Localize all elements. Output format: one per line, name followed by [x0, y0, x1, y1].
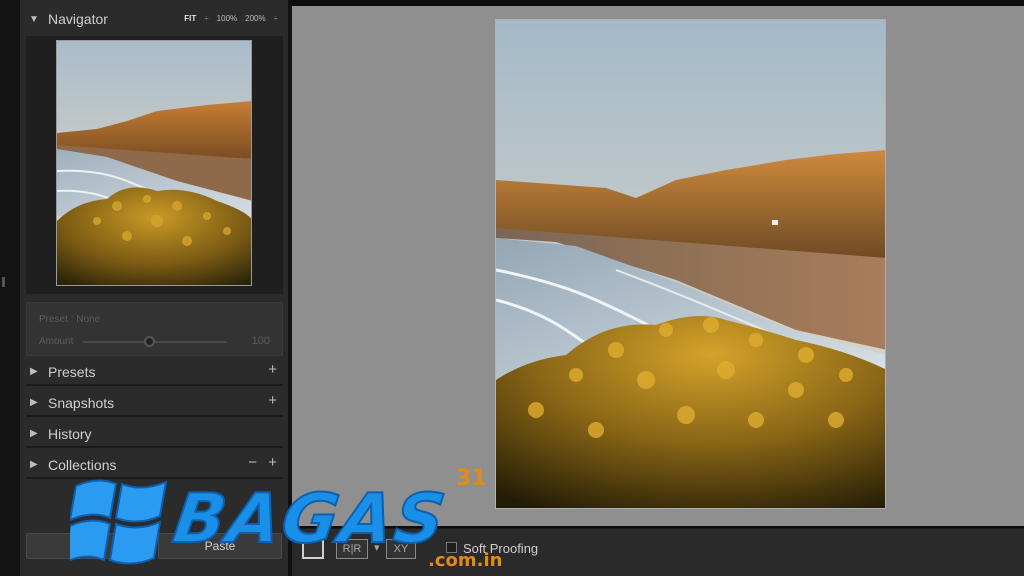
section-label: Presets	[48, 364, 96, 380]
preset-label[interactable]: Preset : None	[39, 314, 100, 325]
collapse-triangle-icon[interactable]: ▼	[29, 14, 39, 25]
navigator-zoom-options: FIT ÷ 100% 200% ÷	[182, 14, 280, 23]
amount-label: Amount	[39, 336, 74, 347]
loupe-view-button[interactable]	[302, 539, 324, 559]
remove-collection-icon[interactable]: −	[248, 454, 257, 471]
quick-preset-box: Preset : None Amount 100	[26, 302, 283, 356]
dropdown-arrow-icon[interactable]: ▾	[374, 541, 380, 554]
copy-paste-bar: Copy... Paste	[26, 533, 283, 561]
soft-proofing-checkbox[interactable]	[446, 542, 457, 553]
left-edge-strip	[0, 0, 20, 576]
amount-slider-thumb[interactable]	[143, 336, 155, 347]
section-label: History	[48, 426, 92, 442]
navigator-preview-image[interactable]	[56, 40, 252, 286]
amount-value: 100	[251, 335, 270, 347]
section-label: Collections	[48, 457, 117, 473]
panel-collapse-handle[interactable]	[2, 277, 5, 287]
zoom-100-option[interactable]: 100%	[215, 14, 239, 23]
main-photo-image[interactable]	[495, 19, 886, 509]
add-preset-icon[interactable]: +	[268, 361, 277, 378]
before-after-button[interactable]: R|R	[336, 539, 368, 559]
section-snapshots[interactable]: ▶ Snapshots +	[26, 389, 283, 417]
copy-button[interactable]: Copy...	[26, 533, 150, 559]
section-collections[interactable]: ▶ Collections − +	[26, 451, 283, 479]
navigator-header[interactable]: ▼ Navigator FIT ÷ 100% 200% ÷	[20, 0, 288, 36]
navigator-preview-area	[26, 36, 283, 294]
zoom-200-option[interactable]: 200%	[243, 14, 267, 23]
add-collection-icon[interactable]: +	[268, 454, 277, 471]
main-canvas	[292, 6, 1024, 526]
expand-triangle-icon: ▶	[30, 459, 38, 470]
chevron-updown-icon[interactable]: ÷	[272, 14, 280, 23]
before-after-xy-button[interactable]: XY	[386, 539, 416, 559]
section-history[interactable]: ▶ History	[26, 420, 283, 448]
section-presets[interactable]: ▶ Presets +	[26, 358, 283, 386]
zoom-fit-option[interactable]: FIT	[182, 14, 198, 23]
soft-proofing-label[interactable]: Soft Proofing	[463, 541, 538, 556]
bottom-toolbar: R|R ▾ XY Soft Proofing	[292, 528, 1024, 576]
amount-slider-track[interactable]	[83, 341, 227, 343]
expand-triangle-icon: ▶	[30, 397, 38, 408]
section-label: Snapshots	[48, 395, 115, 411]
paste-button[interactable]: Paste	[158, 533, 282, 559]
expand-triangle-icon: ▶	[30, 428, 38, 439]
add-snapshot-icon[interactable]: +	[268, 392, 277, 409]
zoom-separator-icon: ÷	[204, 14, 209, 23]
navigator-title: Navigator	[48, 11, 108, 27]
left-panel: ▼ Navigator FIT ÷ 100% 200% ÷ Preset: N…	[20, 0, 288, 576]
expand-triangle-icon: ▶	[30, 366, 38, 377]
